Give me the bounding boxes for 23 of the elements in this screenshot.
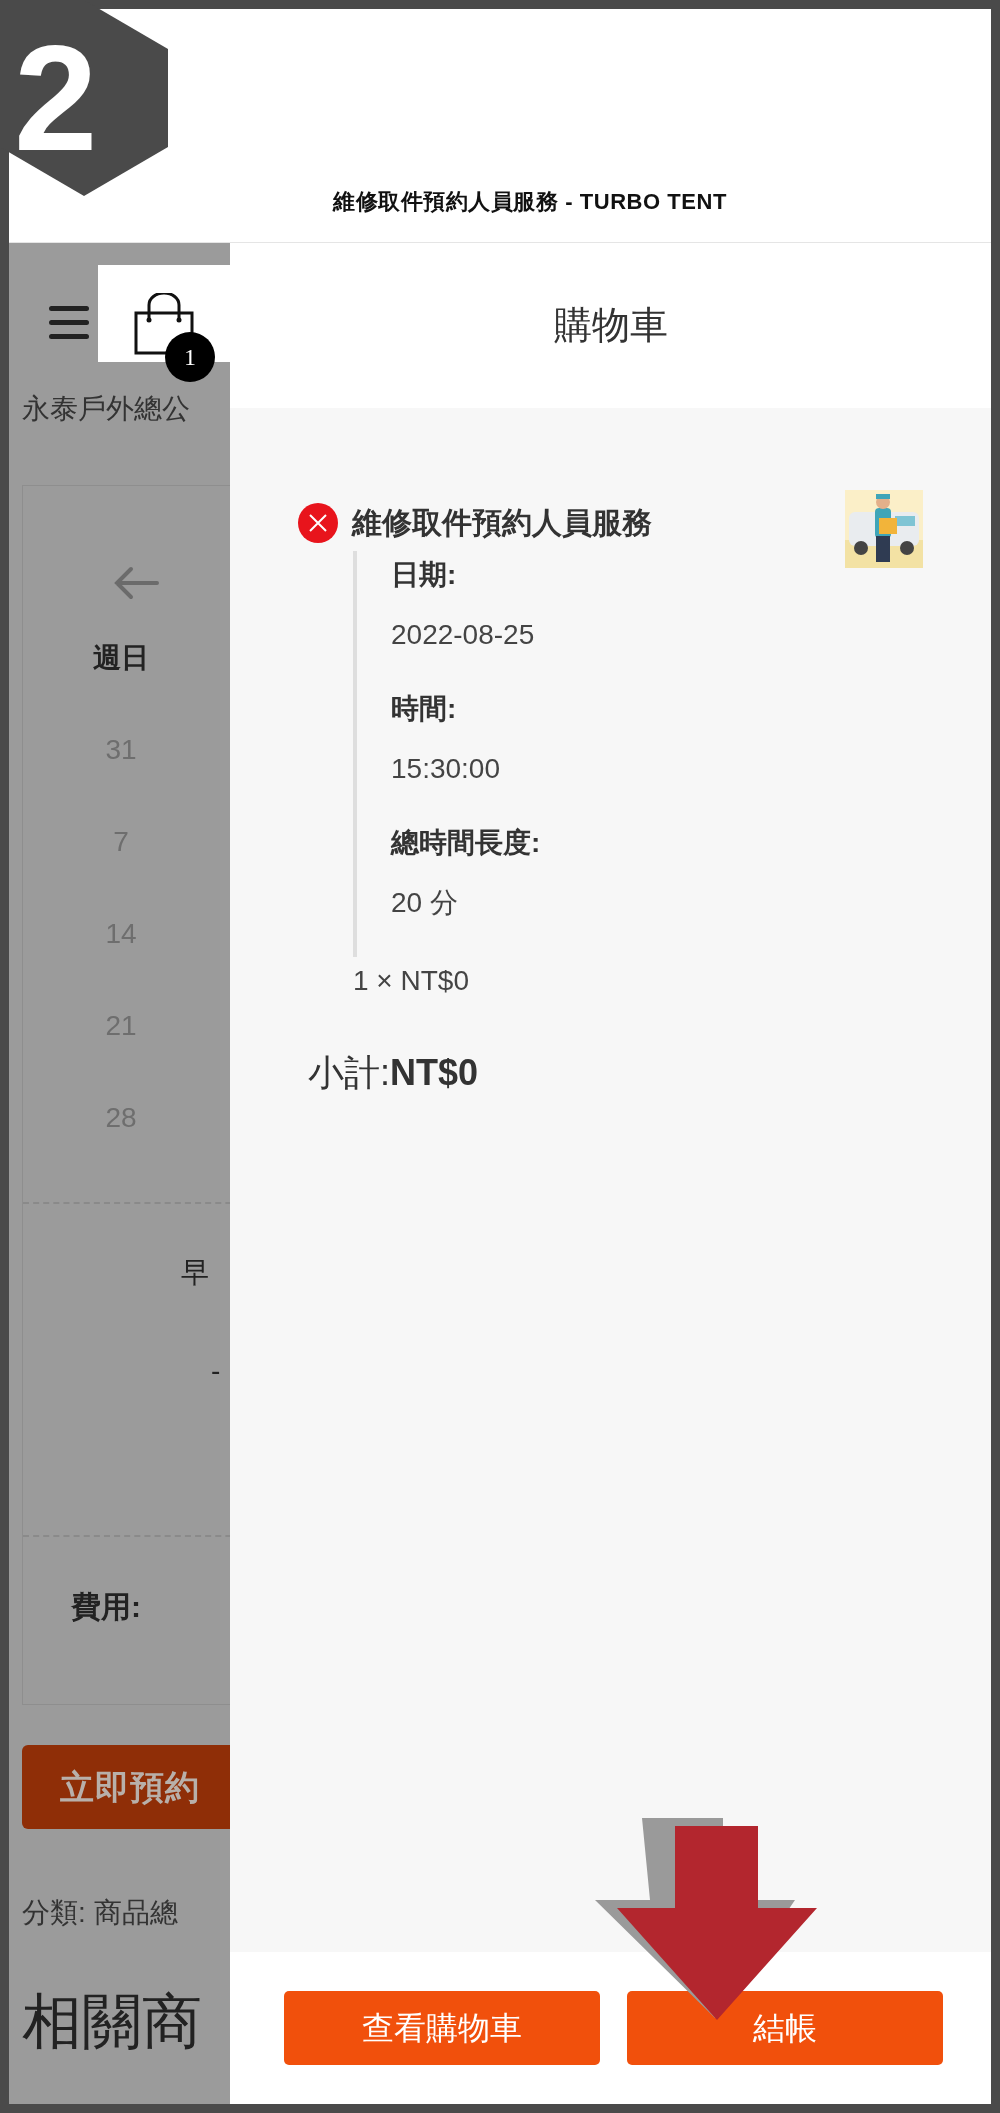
related-heading: 相關商 xyxy=(22,1992,203,2052)
item-name[interactable]: 維修取件預約人員服務 xyxy=(352,500,652,545)
detail-label: 日期: xyxy=(391,561,458,589)
location-text: 永泰戶外總公 xyxy=(22,395,191,423)
detail-label: 時間: xyxy=(391,695,458,723)
detail-value: 15:30:00 xyxy=(391,755,501,783)
view-cart-button[interactable]: 查看購物車 xyxy=(284,1991,600,2065)
book-button[interactable]: 立即預約 xyxy=(22,1745,230,1829)
time-dash: - xyxy=(211,1357,222,1385)
quantity-price: 1 × NT$0 xyxy=(353,967,470,995)
category-text: 分類: 商品總 xyxy=(22,1899,179,1927)
cart-title: 購物車 xyxy=(553,303,668,348)
checkout-button[interactable]: 結帳 xyxy=(627,1991,943,2065)
menu-icon[interactable] xyxy=(49,306,89,340)
period-label: 早 xyxy=(181,1259,210,1287)
page-title: 維修取件預約人員服務 - TURBO TENT xyxy=(333,188,727,216)
detail-value: 20 分 xyxy=(391,889,459,917)
subtotal-text: 小計:NT$0 xyxy=(308,1052,479,1093)
remove-icon[interactable] xyxy=(298,502,338,543)
detail-label: 總時間長度: xyxy=(391,829,542,857)
fee-label: 費用: xyxy=(71,1592,142,1622)
weekday-header: 週日 xyxy=(93,644,150,672)
detail-value: 2022-08-25 xyxy=(391,621,536,649)
